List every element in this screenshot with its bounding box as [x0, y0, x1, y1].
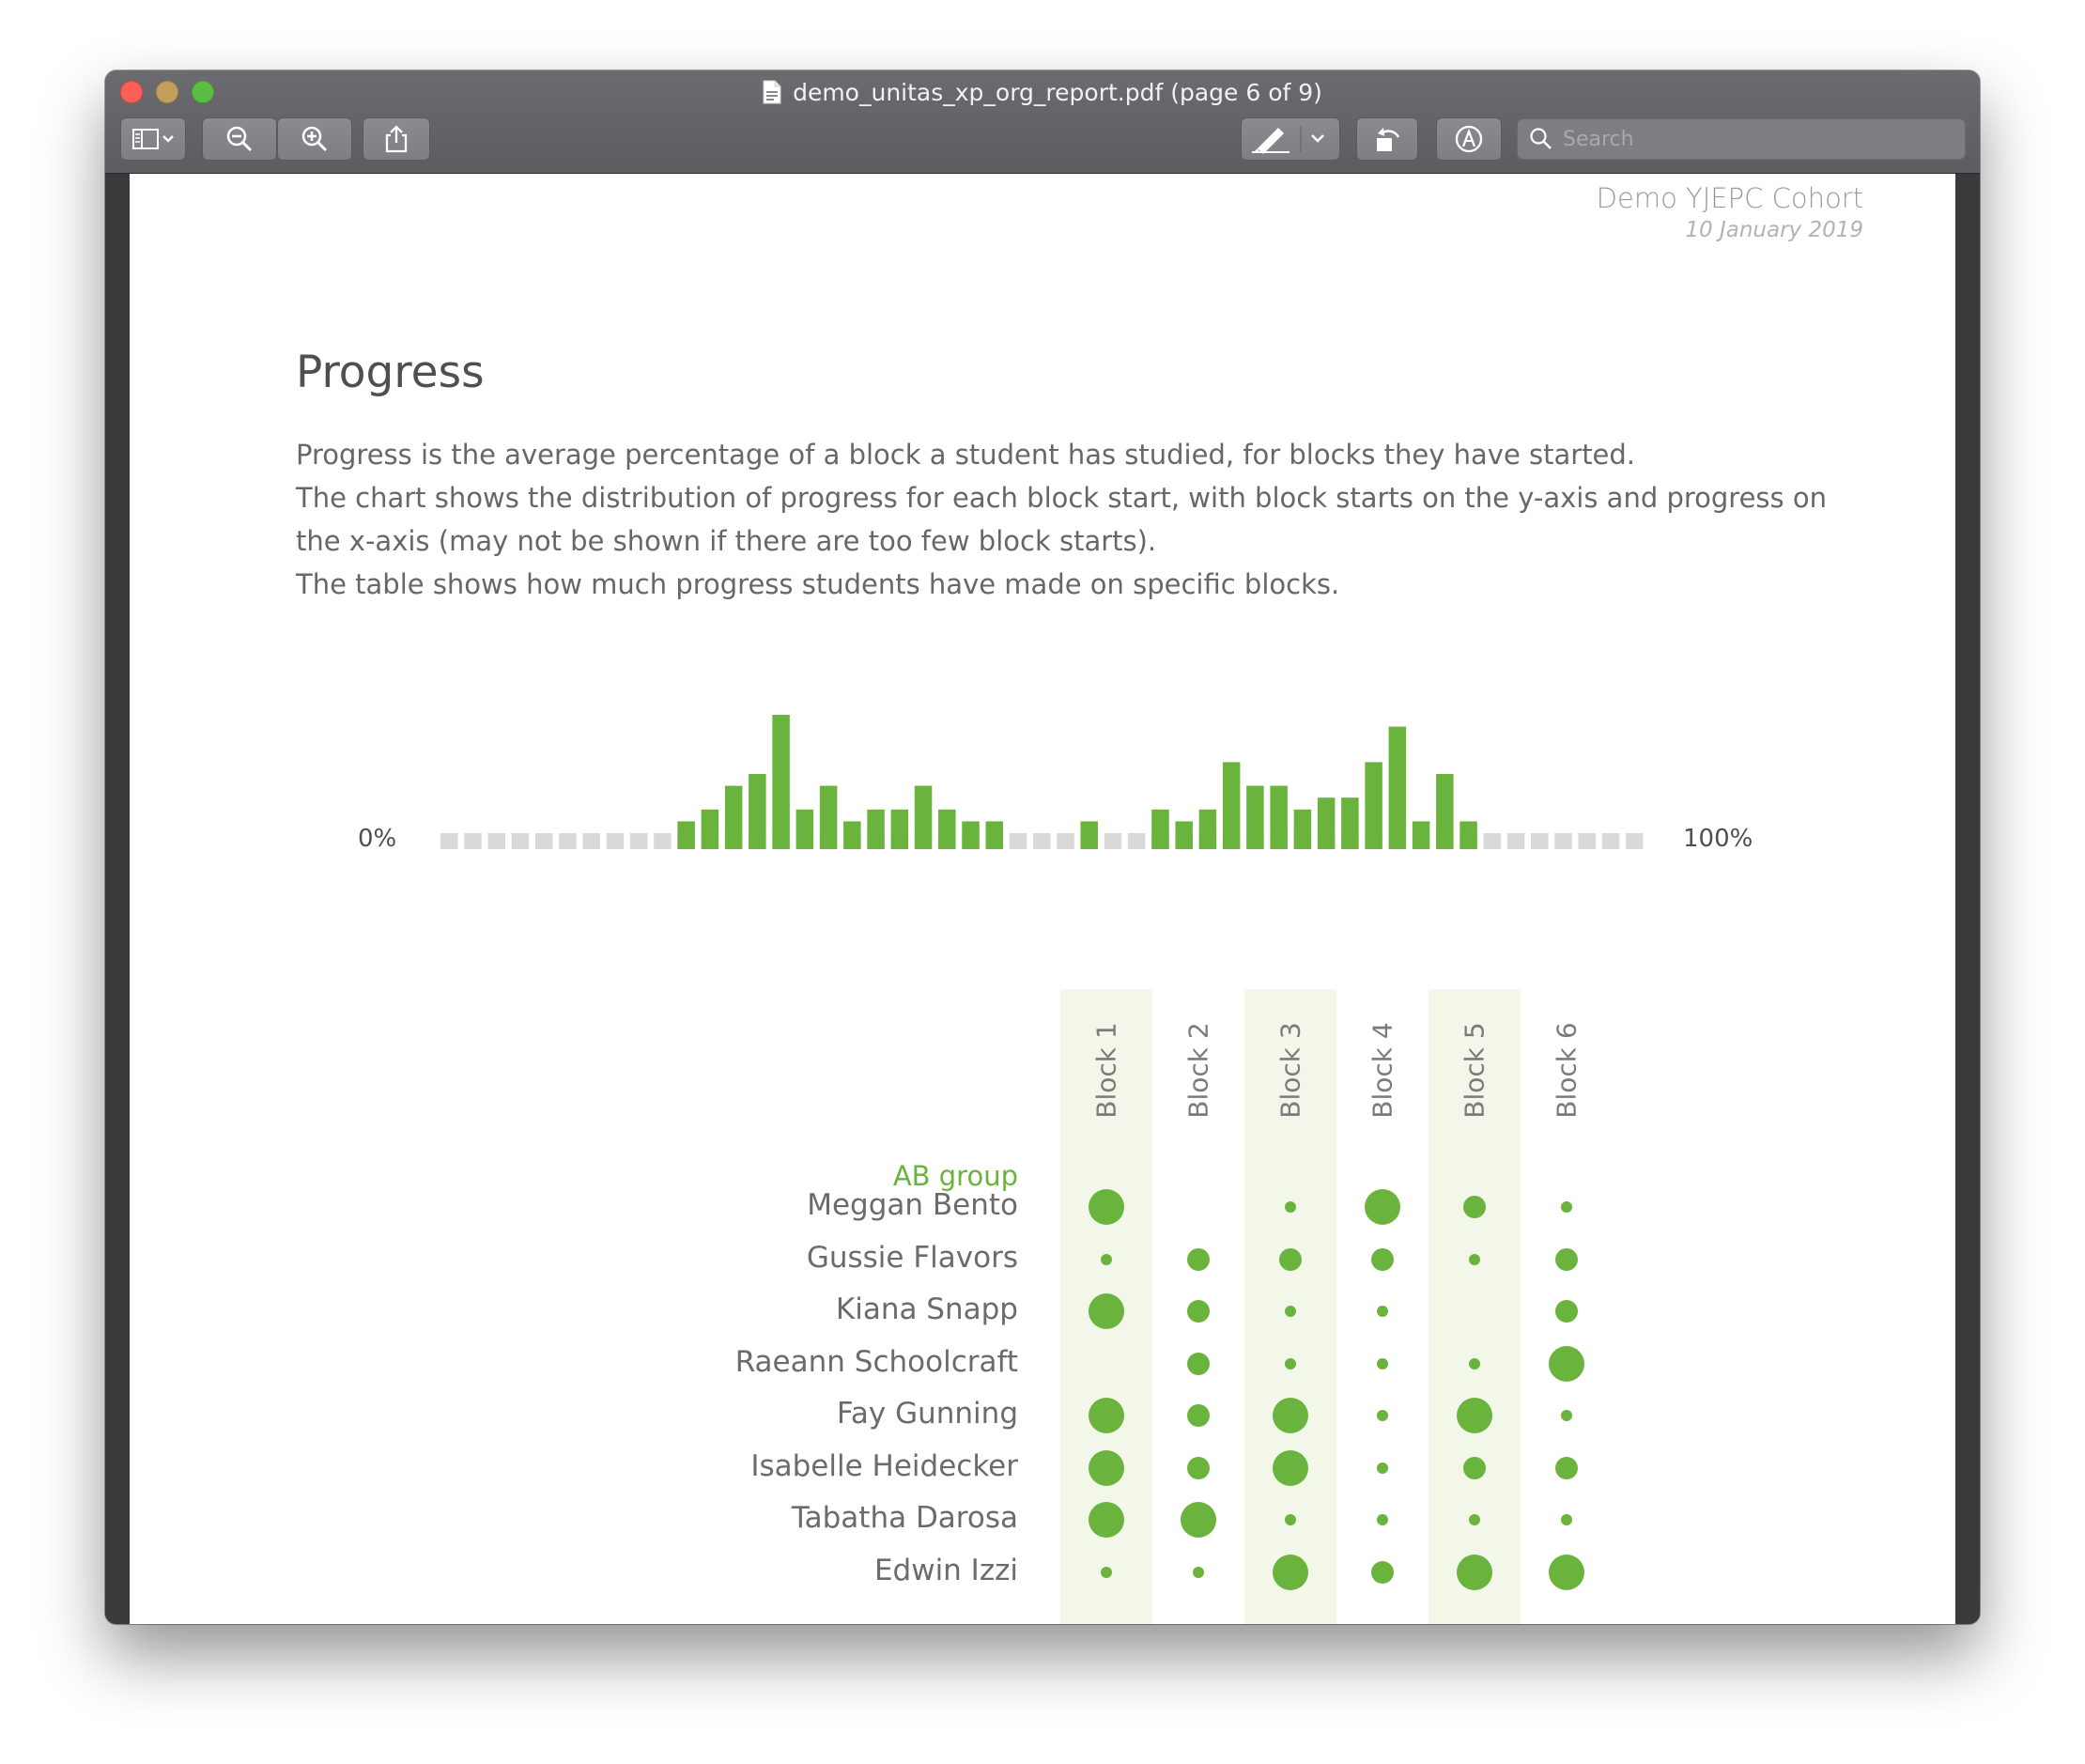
- progress-dot: [1555, 1300, 1578, 1323]
- window-title: demo_unitas_xp_org_report.pdf (page 6 of…: [793, 78, 1322, 106]
- progress-dot: [1365, 1189, 1400, 1225]
- student-name: Gussie Flavors: [806, 1240, 1018, 1275]
- pdf-document-icon: [763, 80, 781, 104]
- column-header-label: Block 4: [1367, 1021, 1398, 1119]
- progress-dot: [1469, 1514, 1480, 1525]
- student-name: Isabelle Heidecker: [750, 1448, 1018, 1483]
- column-header: Block 1: [1088, 1004, 1125, 1136]
- progress-dot: [1377, 1514, 1388, 1525]
- progress-dot: [1371, 1560, 1394, 1584]
- markup-circle-icon: [1455, 125, 1483, 153]
- progress-dot: [1089, 1502, 1124, 1538]
- progress-dot: [1549, 1554, 1584, 1590]
- progress-dot: [1285, 1306, 1296, 1317]
- zoom-in-button[interactable]: [277, 117, 352, 161]
- progress-dot: [1089, 1293, 1124, 1329]
- progress-dot: [1561, 1410, 1572, 1421]
- column-header-label: Block 1: [1090, 1021, 1122, 1119]
- student-name: Meggan Bento: [807, 1188, 1018, 1222]
- search-input[interactable]: [1563, 127, 1965, 151]
- sidebar-toggle-button[interactable]: [120, 117, 186, 161]
- progress-dot: [1089, 1189, 1124, 1225]
- progress-dot: [1561, 1514, 1572, 1525]
- progress-dot: [1555, 1456, 1578, 1479]
- column-header: Block 5: [1456, 1004, 1493, 1136]
- progress-dot: [1187, 1352, 1210, 1375]
- progress-dot: [1463, 1196, 1486, 1218]
- column-header: Block 6: [1548, 1004, 1585, 1136]
- progress-dot: [1463, 1456, 1486, 1479]
- column-header-label: Block 6: [1551, 1021, 1583, 1119]
- progress-dot: [1457, 1398, 1492, 1433]
- group-label: AB group: [892, 1160, 1018, 1192]
- progress-dot: [1187, 1456, 1210, 1479]
- progress-table: AB group Block 1 Block 2 Block 3 Block 4 Blo…: [130, 174, 1955, 1624]
- progress-dot: [1469, 1357, 1480, 1369]
- column-header: Block 2: [1180, 1004, 1217, 1136]
- column-header-label: Block 3: [1274, 1021, 1306, 1119]
- sidebar-icon: [132, 129, 174, 149]
- progress-dot: [1101, 1253, 1112, 1265]
- progress-dot: [1193, 1566, 1204, 1578]
- document-viewer[interactable]: Demo YJEPC Cohort 10 January 2019 Progre…: [105, 174, 1980, 1624]
- annotate-button[interactable]: [1436, 117, 1502, 161]
- zoom-out-button[interactable]: [202, 117, 277, 161]
- progress-dot: [1371, 1247, 1394, 1271]
- pen-icon: [1252, 126, 1324, 154]
- progress-dot: [1187, 1300, 1210, 1323]
- progress-dot: [1187, 1404, 1210, 1427]
- rotate-icon: [1377, 128, 1400, 151]
- progress-dot: [1377, 1462, 1388, 1474]
- column-header: Block 4: [1364, 1004, 1401, 1136]
- progress-dot: [1457, 1554, 1492, 1590]
- title-bar: demo_unitas_xp_org_report.pdf (page 6 of…: [105, 70, 1980, 174]
- progress-dot: [1377, 1410, 1388, 1421]
- student-name: Tabatha Darosa: [791, 1501, 1018, 1535]
- column-header-label: Block 2: [1182, 1021, 1214, 1119]
- progress-dot: [1089, 1398, 1124, 1433]
- progress-dot: [1285, 1514, 1296, 1525]
- progress-dot: [1377, 1306, 1388, 1317]
- rotate-button[interactable]: [1356, 117, 1418, 161]
- progress-dot: [1561, 1201, 1572, 1213]
- column-header-label: Block 5: [1459, 1021, 1490, 1119]
- zoom-out-icon: [226, 126, 253, 152]
- search-icon: [1530, 128, 1552, 149]
- progress-dot: [1187, 1247, 1210, 1271]
- share-icon: [385, 125, 408, 153]
- progress-dot: [1285, 1357, 1296, 1369]
- progress-dot: [1549, 1345, 1584, 1382]
- progress-dot: [1101, 1566, 1112, 1578]
- student-name: Fay Gunning: [836, 1397, 1018, 1431]
- progress-dot: [1089, 1449, 1124, 1486]
- student-name: Raeann Schoolcraft: [734, 1344, 1018, 1379]
- pdf-page: Demo YJEPC Cohort 10 January 2019 Progre…: [130, 174, 1955, 1624]
- progress-dot: [1273, 1449, 1308, 1486]
- progress-dot: [1273, 1554, 1308, 1590]
- progress-dot: [1555, 1247, 1578, 1271]
- search-field[interactable]: [1517, 118, 1966, 160]
- student-name: Edwin Izzi: [873, 1553, 1018, 1587]
- progress-dot: [1181, 1502, 1216, 1538]
- progress-dot: [1279, 1247, 1302, 1271]
- preview-window: demo_unitas_xp_org_report.pdf (page 6 of…: [105, 70, 1980, 1624]
- column-header: Block 3: [1272, 1004, 1309, 1136]
- progress-dot: [1273, 1398, 1308, 1433]
- student-name: Kiana Snapp: [835, 1292, 1018, 1326]
- share-button[interactable]: [363, 117, 430, 161]
- progress-dot: [1469, 1253, 1480, 1265]
- title-area: demo_unitas_xp_org_report.pdf (page 6 of…: [105, 76, 1980, 108]
- progress-dot: [1377, 1357, 1388, 1369]
- progress-dot: [1285, 1201, 1296, 1213]
- zoom-in-icon: [301, 126, 328, 152]
- markup-button[interactable]: [1241, 117, 1340, 161]
